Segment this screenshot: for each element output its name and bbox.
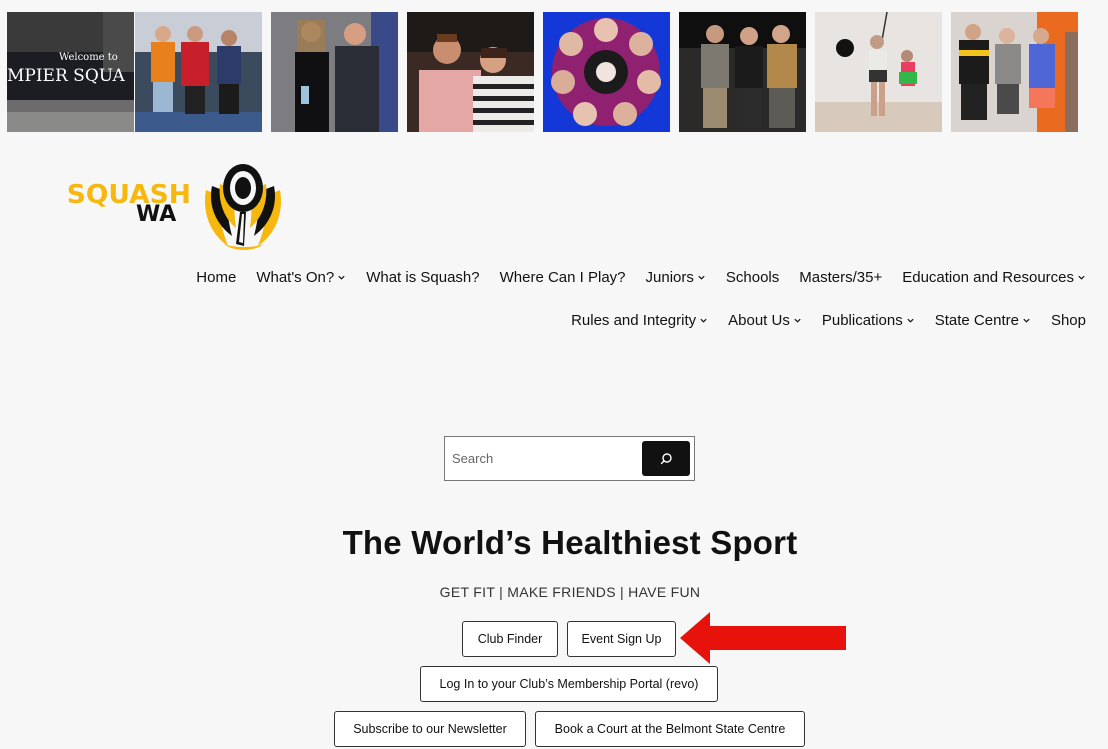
nav-masters[interactable]: Masters/35+ — [779, 267, 882, 287]
photo-sign-big: MPIER SQUA — [7, 66, 125, 86]
nav-label: Rules and Integrity — [571, 311, 697, 329]
photo-venue-sign[interactable]: Welcome to MPIER SQUA — [7, 12, 134, 132]
newsletter-subscribe-button[interactable]: Subscribe to our Newsletter — [334, 711, 526, 747]
hero-subtitle: GET FIT | MAKE FRIENDS | HAVE FUN — [439, 584, 701, 600]
chevron-down-icon — [1078, 275, 1085, 280]
book-court-button[interactable]: Book a Court at the Belmont State Centre — [535, 711, 805, 747]
nav-where-can-i-play[interactable]: Where Can I Play? — [480, 267, 626, 287]
nav-schools[interactable]: Schools — [706, 267, 779, 287]
squash-wa-logo[interactable]: SQUASH WA — [60, 160, 300, 260]
nav-rules-integrity[interactable]: Rules and Integrity — [551, 310, 708, 330]
nav-label: What's On? — [256, 268, 335, 286]
nav-label: Masters/35+ — [799, 268, 883, 286]
photo-strip: Welcome to MPIER SQUA — [7, 12, 1108, 132]
nav-publications[interactable]: Publications — [802, 310, 915, 330]
search-icon — [660, 452, 672, 464]
search-button[interactable] — [642, 441, 690, 476]
photo-circle-heads[interactable] — [543, 12, 670, 132]
nav-label: Shop — [1050, 311, 1086, 329]
nav-about-us[interactable]: About Us — [708, 310, 802, 330]
photo-award-couple[interactable] — [271, 12, 398, 132]
logo-emblem-icon — [204, 164, 282, 250]
photo-juniors-trophies[interactable] — [135, 12, 262, 132]
chevron-down-icon — [698, 275, 705, 280]
photo-three-players[interactable] — [951, 12, 1078, 132]
logo-text-wa: WA — [136, 202, 177, 227]
primary-nav-row-1: Home What's On? What is Squash? Where Ca… — [176, 267, 1086, 287]
nav-juniors[interactable]: Juniors — [626, 267, 706, 287]
primary-nav-row-2: Rules and Integrity About Us Publication… — [551, 310, 1086, 330]
chevron-down-icon — [794, 318, 801, 323]
nav-label: Juniors — [645, 268, 694, 286]
nav-shop[interactable]: Shop — [1031, 310, 1086, 330]
nav-home[interactable]: Home — [176, 267, 236, 287]
nav-label: State Centre — [934, 311, 1019, 329]
event-signup-button[interactable]: Event Sign Up — [567, 621, 676, 657]
photo-couple-selfie[interactable] — [407, 12, 534, 132]
nav-label: Publications — [821, 311, 903, 329]
nav-label: Schools — [725, 268, 780, 286]
photo-three-men[interactable] — [679, 12, 806, 132]
club-finder-button[interactable]: Club Finder — [462, 621, 558, 657]
search-input[interactable] — [446, 438, 641, 479]
nav-label: Where Can I Play? — [499, 268, 626, 286]
chevron-down-icon — [338, 275, 345, 280]
nav-label: About Us — [728, 311, 790, 329]
photo-court-action[interactable] — [815, 12, 942, 132]
nav-whats-on[interactable]: What's On? — [236, 267, 346, 287]
nav-label: What is Squash? — [366, 268, 480, 286]
red-arrow-annotation — [680, 612, 846, 664]
nav-label: Home — [196, 268, 237, 286]
chevron-down-icon — [1023, 318, 1030, 323]
membership-portal-login-button[interactable]: Log In to your Club’s Membership Portal … — [420, 666, 718, 702]
search-form — [444, 436, 695, 481]
chevron-down-icon — [907, 318, 914, 323]
nav-what-is-squash[interactable]: What is Squash? — [346, 267, 479, 287]
nav-label: Education and Resources — [902, 268, 1074, 286]
hero-title: The World’s Healthiest Sport — [342, 524, 798, 561]
photo-sign-small: Welcome to — [59, 52, 118, 63]
nav-education-resources[interactable]: Education and Resources — [882, 267, 1086, 287]
chevron-down-icon — [700, 318, 707, 323]
nav-state-centre[interactable]: State Centre — [915, 310, 1031, 330]
